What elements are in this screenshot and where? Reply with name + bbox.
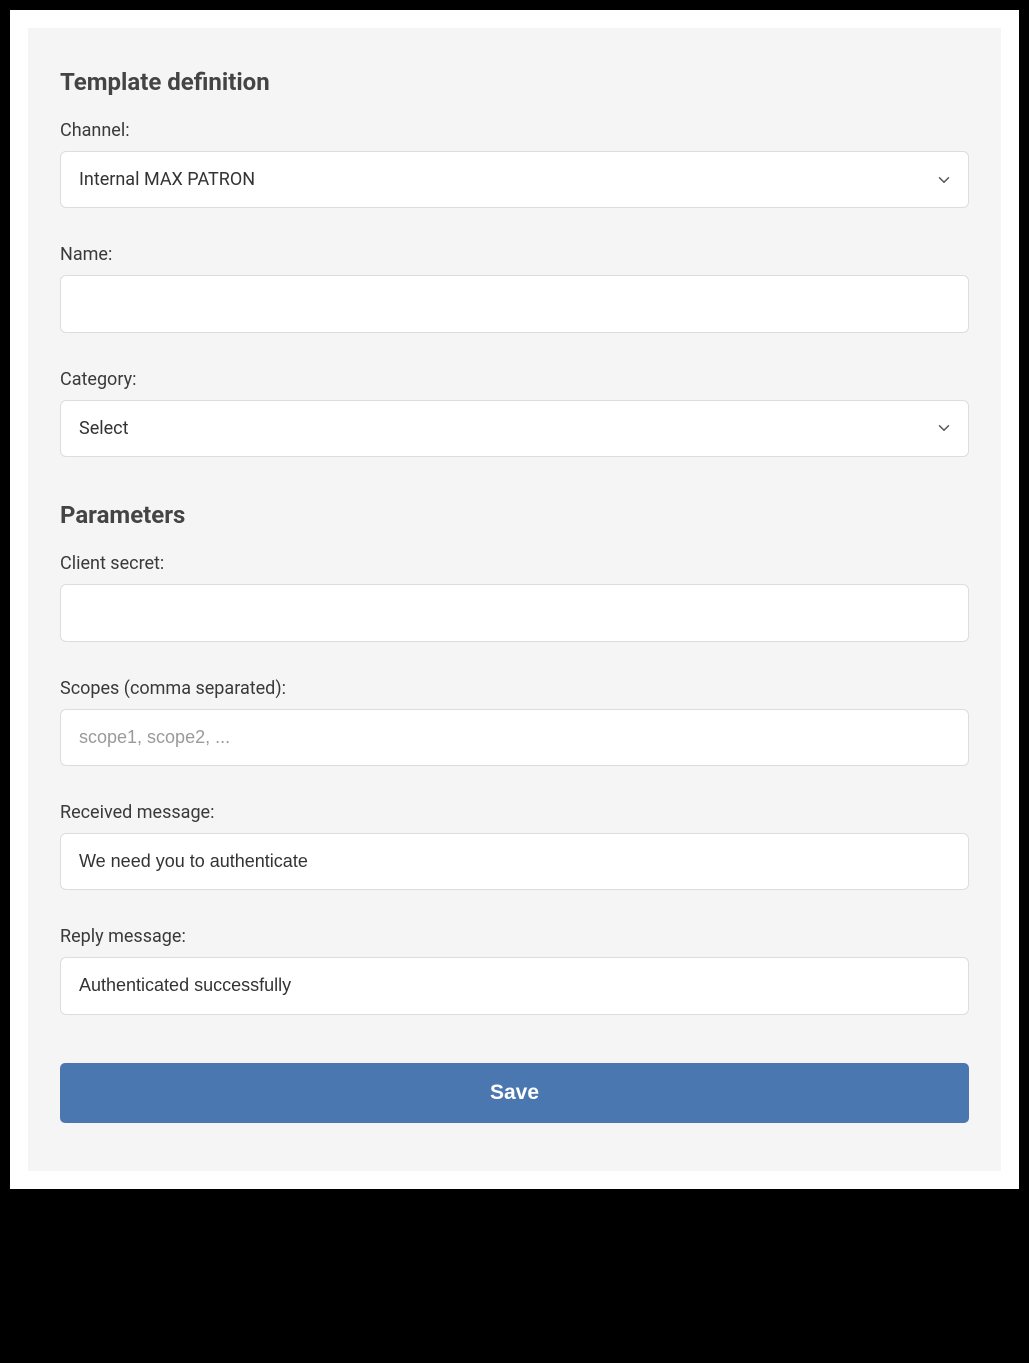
reply-message-label: Reply message: [60,926,969,947]
client-secret-label: Client secret: [60,553,969,574]
name-input[interactable] [60,275,969,332]
category-label: Category: [60,369,969,390]
name-label: Name: [60,244,969,265]
reply-message-input[interactable] [60,957,969,1014]
scopes-field-group: Scopes (comma separated): [60,678,969,766]
category-field-group: Category: Select [60,369,969,457]
client-secret-input[interactable] [60,584,969,641]
channel-label: Channel: [60,120,969,141]
received-message-input[interactable] [60,833,969,890]
client-secret-field-group: Client secret: [60,553,969,641]
name-field-group: Name: [60,244,969,332]
page-outer: Template definition Channel: Internal MA… [10,10,1019,1189]
received-message-label: Received message: [60,802,969,823]
reply-message-field-group: Reply message: [60,926,969,1014]
template-definition-title: Template definition [60,68,969,96]
parameters-title: Parameters [60,501,969,529]
channel-field-group: Channel: Internal MAX PATRON [60,120,969,208]
scopes-label: Scopes (comma separated): [60,678,969,699]
channel-select[interactable]: Internal MAX PATRON [60,151,969,208]
scopes-input[interactable] [60,709,969,766]
category-select-wrap: Select [60,400,969,457]
category-select[interactable]: Select [60,400,969,457]
received-message-field-group: Received message: [60,802,969,890]
save-button[interactable]: Save [60,1063,969,1123]
channel-select-wrap: Internal MAX PATRON [60,151,969,208]
form-panel: Template definition Channel: Internal MA… [28,28,1001,1171]
